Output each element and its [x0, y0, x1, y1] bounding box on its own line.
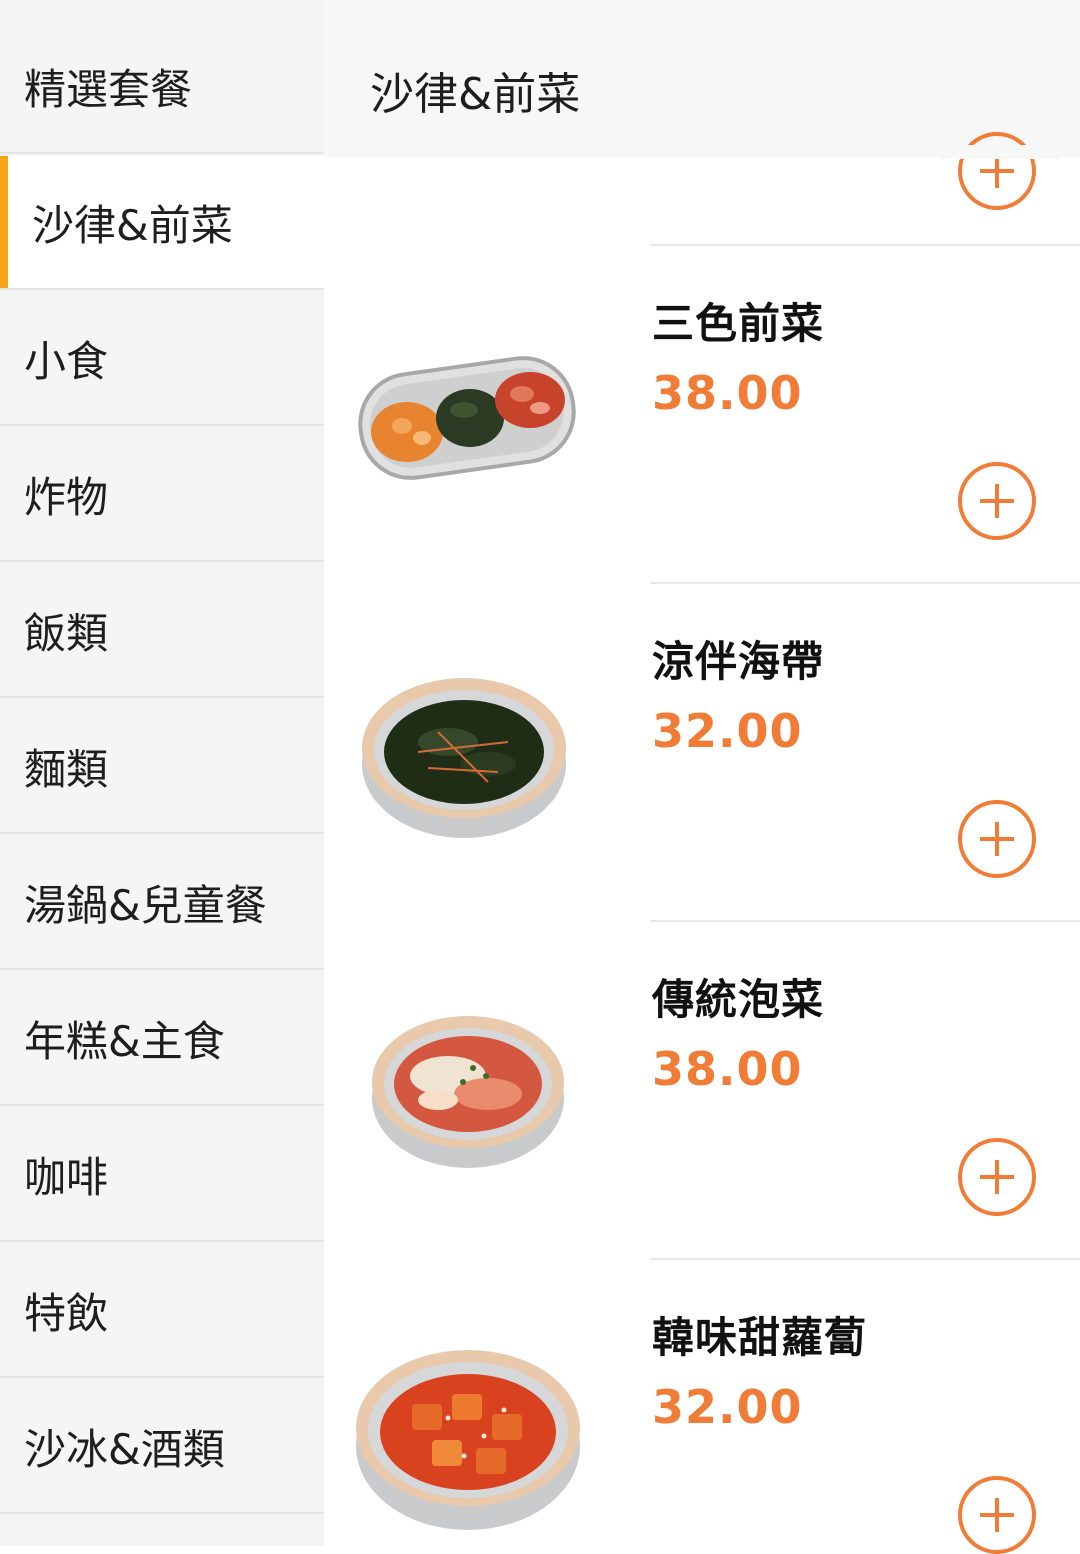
sidebar-item-label: 精選套餐	[24, 64, 193, 114]
sidebar-item-label: 咖啡	[24, 1152, 109, 1202]
product-price: 32.00	[652, 704, 803, 758]
product-price: 38.00	[652, 1042, 803, 1096]
add-to-cart-button[interactable]	[958, 1138, 1036, 1216]
add-to-cart-button[interactable]	[958, 132, 1036, 210]
sidebar-item-label: 年糕&主食	[24, 1016, 225, 1066]
item-divider	[651, 1258, 1080, 1260]
sidebar-item-ricecake-main[interactable]: 年糕&主食	[0, 972, 324, 1106]
sidebar-item-set-meals[interactable]: 精選套餐	[0, 20, 324, 154]
sidebar-item-snacks[interactable]: 小食	[0, 292, 324, 426]
sidebar-item-label: 湯鍋&兒童餐	[24, 880, 267, 930]
add-to-cart-button[interactable]	[958, 800, 1036, 878]
section-header: 沙律&前菜	[324, 0, 1080, 157]
add-to-cart-button[interactable]	[958, 462, 1036, 540]
sidebar-item-fried[interactable]: 炸物	[0, 428, 324, 562]
sidebar-item-label: 沙冰&酒類	[24, 1424, 225, 1474]
sidebar-item-smoothie-alcohol[interactable]: 沙冰&酒類	[0, 1380, 324, 1514]
header-overlap	[940, 145, 1060, 159]
sidebar-item-noodles[interactable]: 麵類	[0, 700, 324, 834]
item-divider	[651, 920, 1080, 922]
product-name: 韓味甜蘿蔔	[652, 1313, 868, 1362]
sidebar-item-coffee[interactable]: 咖啡	[0, 1108, 324, 1242]
add-to-cart-button[interactable]	[958, 1476, 1036, 1554]
product-name: 涼伴海帶	[652, 637, 825, 686]
sidebar-item-label: 沙律&前菜	[32, 200, 233, 250]
sidebar-item-rice[interactable]: 飯類	[0, 564, 324, 698]
sidebar-item-label: 麵類	[24, 744, 109, 794]
three-side-dish-tray-image	[358, 356, 576, 480]
item-divider	[651, 244, 1080, 246]
sidebar-item-hotpot-kids[interactable]: 湯鍋&兒童餐	[0, 836, 324, 970]
product-name: 傳統泡菜	[652, 975, 825, 1024]
sidebar-item-more[interactable]	[0, 1516, 324, 1546]
seaweed-salad-bowl-image	[362, 678, 566, 838]
category-sidebar: 精選套餐 沙律&前菜 小食 炸物 飯類 麵類 湯鍋&兒童餐 年糕&主食 咖啡 特…	[0, 0, 324, 1546]
kimchi-bowl-image	[372, 1016, 564, 1168]
product-price: 32.00	[652, 1380, 803, 1434]
sidebar-item-salad-appetizers[interactable]: 沙律&前菜	[0, 156, 324, 290]
sidebar-item-label: 特飲	[24, 1288, 109, 1338]
sidebar-item-label: 小食	[24, 336, 109, 386]
item-divider	[651, 582, 1080, 584]
sidebar-item-label: 炸物	[24, 472, 109, 522]
sidebar-item-special-drinks[interactable]: 特飲	[0, 1244, 324, 1378]
radish-kimchi-bowl-image	[356, 1350, 580, 1530]
section-title: 沙律&前菜	[370, 69, 581, 120]
product-price: 38.00	[652, 366, 803, 420]
sidebar-item-label: 飯類	[24, 608, 109, 658]
product-name: 三色前菜	[652, 299, 825, 348]
